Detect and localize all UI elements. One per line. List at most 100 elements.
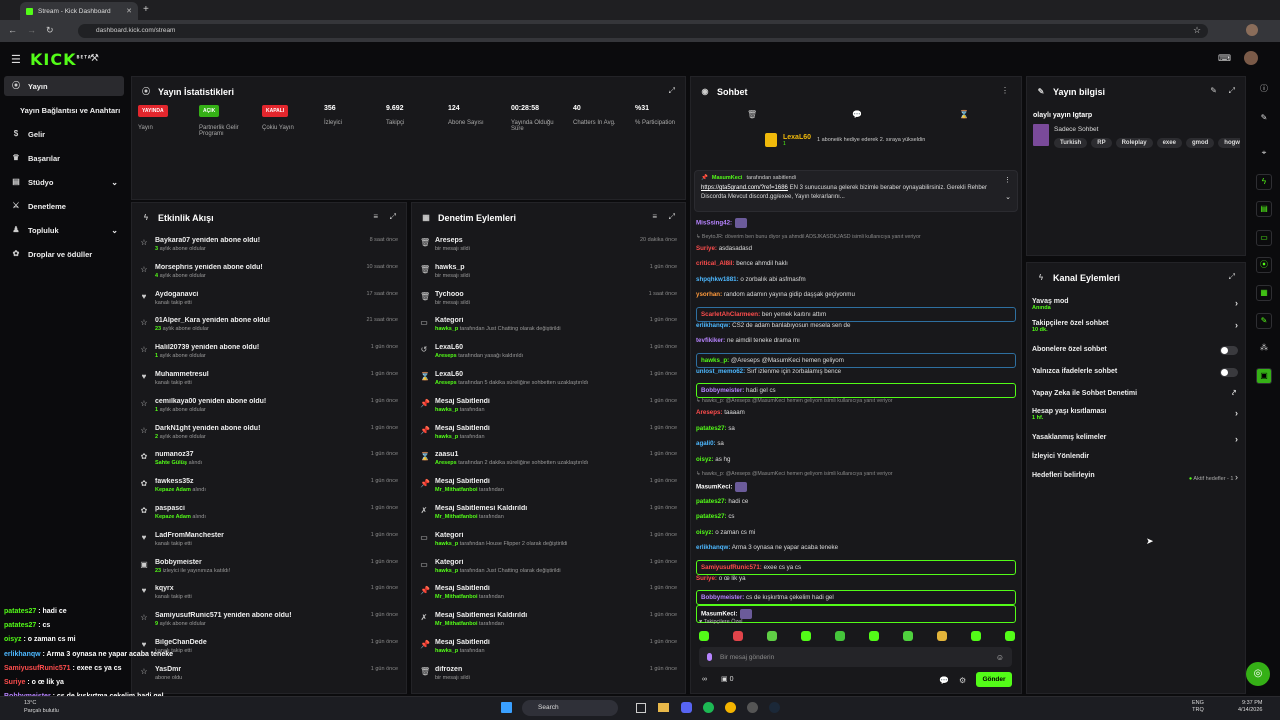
sidebar-item-denetleme[interactable]: ⚔ Denetleme <box>4 196 124 216</box>
activity-row[interactable]: ▣ Bobbymeister 23 izleyici ile yayınınız… <box>136 555 402 581</box>
bookmark-star-icon[interactable]: ☆ <box>1193 25 1201 36</box>
emote-icon[interactable] <box>903 631 913 641</box>
chat-message[interactable]: MisSsing42: <box>696 218 1016 228</box>
channel-action-item[interactable]: Yapay Zeka ile Sohbet Denetimi ⤤ <box>1032 390 1238 397</box>
app-icon[interactable] <box>681 702 692 713</box>
sidebar-item-basarilar[interactable]: ♛ Başarılar <box>4 148 124 168</box>
trash-icon[interactable]: 🗑 <box>747 110 757 119</box>
moderation-row[interactable]: ⌛ LexaL60 Areseps tarafından 5 dakika sü… <box>416 367 681 393</box>
rail-grid-icon[interactable]: ▦ <box>1256 285 1272 301</box>
gear-icon[interactable]: ⚙ <box>959 676 966 685</box>
chat-username[interactable]: ScarletAhClarmeen: <box>701 311 760 318</box>
chat-username[interactable]: agali0: <box>696 440 716 447</box>
chat-message[interactable]: tevfikiker: ne aimdil teneke drama mı <box>696 337 1016 344</box>
moderation-row[interactable]: ▭ Kategori hawks_p tarafından Just Chatt… <box>416 555 681 581</box>
help-bubble-icon[interactable]: ◎ <box>1246 662 1270 686</box>
expand-icon[interactable]: ⤢ <box>390 212 396 222</box>
moderation-row[interactable]: 📌 Mesaj Sabitlendi Mr_Mithatfanboi taraf… <box>416 474 681 500</box>
chat-message[interactable]: agali0: sa <box>696 440 1016 447</box>
emote-icon[interactable] <box>937 631 947 641</box>
rail-broadcast-icon[interactable]: ⦿ <box>1256 257 1272 273</box>
activity-row[interactable]: ♥ kqyrx kanalı takip etti 1 gün önce <box>136 581 402 607</box>
url-input[interactable]: dashboard.kick.com/stream <box>78 24 1208 38</box>
tag[interactable]: RP <box>1091 138 1112 148</box>
chat-message[interactable]: oisyz: o zaman cs mi <box>696 529 1016 536</box>
channel-action-item[interactable]: İzleyici Yönlendir <box>1032 453 1238 460</box>
sidebar-item-stream-key[interactable]: Yayın Bağlantısı ve Anahtarı <box>4 100 124 120</box>
chat-username[interactable]: patates27: <box>696 513 727 520</box>
chat-username[interactable]: erlikhanqw: <box>696 322 730 329</box>
activity-row[interactable]: ♥ LadFromManchester kanalı takip etti 1 … <box>136 528 402 554</box>
moderation-row[interactable]: 📌 Mesaj Sabitlendi hawks_p tarafından 1 … <box>416 421 681 447</box>
chat-message[interactable]: Suriye: asdasadasd <box>696 245 1016 252</box>
channel-action-item[interactable]: Yalnızca ifadelerle sohbet <box>1032 368 1238 377</box>
activity-row[interactable]: ☆ Baykara07 yeniden abone oldu! 3 aylık … <box>136 233 402 259</box>
emote-icon[interactable] <box>835 631 845 641</box>
tag[interactable]: Roleplay <box>1115 138 1153 148</box>
activity-row[interactable]: ♥ Aydoganavci kanalı takip etti 17 saat … <box>136 287 402 313</box>
taskbar-search[interactable]: Search <box>522 700 618 716</box>
chat-username[interactable]: patates27: <box>696 425 727 432</box>
chat-username[interactable]: oisyz: <box>696 456 714 463</box>
chat-message[interactable]: patates27: hadi ce <box>696 498 1016 505</box>
chat-username[interactable]: critical_AI8il: <box>696 260 735 267</box>
rail-chat-icon[interactable]: ▭ <box>1256 230 1272 246</box>
chat-message[interactable]: Suriye: o œ lik ya <box>696 575 1016 582</box>
user-avatar[interactable] <box>1244 51 1258 65</box>
rail-users-icon[interactable]: ⁂ <box>1256 341 1272 357</box>
chat-username[interactable]: patates27: <box>696 498 727 505</box>
toggle-switch[interactable] <box>1220 346 1238 355</box>
sidebar-item-droplar[interactable]: ✿ Droplar ve ödüller <box>4 244 124 264</box>
moderation-row[interactable]: 🗑 Tychooo bir mesajı sildi 1 saat önce <box>416 287 681 313</box>
emote-icon[interactable] <box>1005 631 1015 641</box>
browser-tab[interactable]: Stream - Kick Dashboard ✕ <box>20 2 138 20</box>
mic-icon[interactable] <box>707 653 712 661</box>
info-icon[interactable]: ⓘ <box>1256 82 1272 98</box>
chat-username[interactable]: ysorhan: <box>696 291 722 298</box>
sidebar-item-yayin[interactable]: ⦿ Yayın <box>4 76 124 96</box>
activity-row[interactable]: ☆ Morsephris yeniden abone oldu! 4 aylık… <box>136 260 402 286</box>
steam-icon[interactable] <box>769 702 780 713</box>
tag[interactable]: gmod <box>1185 138 1215 148</box>
chat-message[interactable]: ysorhan: random adamın yayına gidip daşş… <box>696 291 1016 298</box>
chat-bubble-icon[interactable]: 💬 <box>852 110 862 119</box>
more-icon[interactable]: ⋮ <box>1004 176 1011 184</box>
chat-message[interactable]: Bobbymeister: cs de kışkırtma çekelim ha… <box>696 590 1016 605</box>
rail-wrench-icon[interactable]: ✎ <box>1256 313 1272 329</box>
chat-message[interactable]: MasumKeci: <box>696 482 1016 492</box>
sidebar-item-gelir[interactable]: $ Gelir <box>4 124 124 144</box>
chat-username[interactable]: unlost_memo62: <box>696 368 745 375</box>
hammer-icon[interactable]: ⚒ <box>90 53 99 64</box>
chat-settings-icon[interactable]: 💬 <box>939 676 949 685</box>
file-explorer-icon[interactable] <box>658 703 669 712</box>
chat-username[interactable]: MasumKeci: <box>701 611 737 618</box>
gift-icon[interactable]: ▣ 0 <box>721 675 733 683</box>
channel-action-item[interactable]: Hesap yaşı kısıtlaması 1 hf. › <box>1032 408 1238 421</box>
language-indicator[interactable]: ENG TRQ <box>1192 700 1204 714</box>
channel-action-item[interactable]: Yasaklanmış kelimeler › <box>1032 434 1238 444</box>
chat-message[interactable]: patates27: sa <box>696 425 1016 432</box>
moderation-row[interactable]: 📌 Mesaj Sabitlendi Mr_Mithatfanboi taraf… <box>416 581 681 607</box>
moderation-row[interactable]: 📌 Mesaj Sabitlendi hawks_p tarafından 1 … <box>416 635 681 661</box>
chat-message[interactable]: oisyz: as hg <box>696 456 1016 463</box>
moderation-row[interactable]: 🗑 Areseps bir mesajı sildi 20 dakika önc… <box>416 233 681 259</box>
moderation-row[interactable]: 🗑 hawks_p bir mesajı sildi 1 gün önce <box>416 260 681 286</box>
chat-message[interactable]: ScarletAhClarmeen: ben yemek kaıtını att… <box>696 306 1016 322</box>
chat-message[interactable]: unlost_memo62: Sırf izlenme için zorbala… <box>696 368 1016 375</box>
chat-username[interactable]: Bobbymeister: <box>701 594 744 601</box>
activity-row[interactable]: ♥ BilgeChanDede kanalı takip etti 1 gün … <box>136 635 402 661</box>
channel-action-item[interactable]: Takipçilere özel sohbet 10 dk. › <box>1032 320 1238 333</box>
channel-action-item[interactable]: Abonelere özel sohbet <box>1032 346 1238 355</box>
chat-username[interactable]: MasumKeci: <box>696 484 732 491</box>
task-view-icon[interactable] <box>636 703 646 713</box>
moderation-row[interactable]: ⌛ zaasu1 Areseps tarafından 2 dakika sür… <box>416 447 681 473</box>
activity-row[interactable]: ☆ YasDmr abone oldu 1 gün önce <box>136 662 402 688</box>
activity-row[interactable]: ✿ paspasci Kepaze Adam alındı 1 gün önce <box>136 501 402 527</box>
chat-message[interactable]: critical_AI8il: bence ahmdil haklı <box>696 260 1016 267</box>
activity-row[interactable]: ☆ cemilkaya00 yeniden abone oldu! 1 aylı… <box>136 394 402 420</box>
close-icon[interactable]: ✕ <box>126 7 132 15</box>
chat-input[interactable]: Bir mesaj gönderin ☺ <box>699 647 1012 667</box>
activity-row[interactable]: ☆ 01Alper_Kara yeniden abone oldu! 23 ay… <box>136 313 402 339</box>
activity-row[interactable]: ✿ fawkess35z Kepaze Adam alındı 1 gün ön… <box>136 474 402 500</box>
chat-username[interactable]: MisSsing42: <box>696 220 732 227</box>
